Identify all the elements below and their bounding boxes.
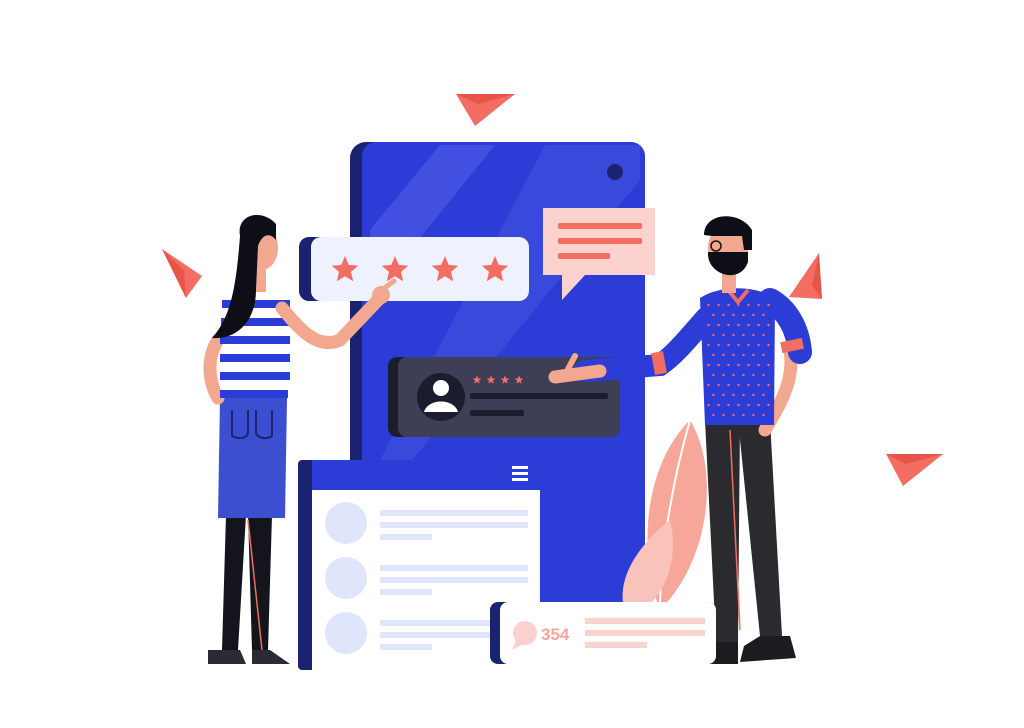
menu-icon xyxy=(512,466,528,481)
paper-plane-icon xyxy=(789,253,822,299)
paper-plane-icon xyxy=(456,94,515,126)
paper-plane-icon xyxy=(886,454,943,486)
user-avatar-icon xyxy=(417,373,465,421)
comment-count: 354 xyxy=(541,625,570,644)
comment-counter-card: 354 xyxy=(490,602,716,664)
illustration-stage: 354 xyxy=(0,0,1024,728)
review-stars-card xyxy=(299,237,529,301)
phone-camera xyxy=(607,164,623,180)
paper-plane-icon xyxy=(162,249,202,298)
feedback-illustration: 354 xyxy=(162,94,943,670)
